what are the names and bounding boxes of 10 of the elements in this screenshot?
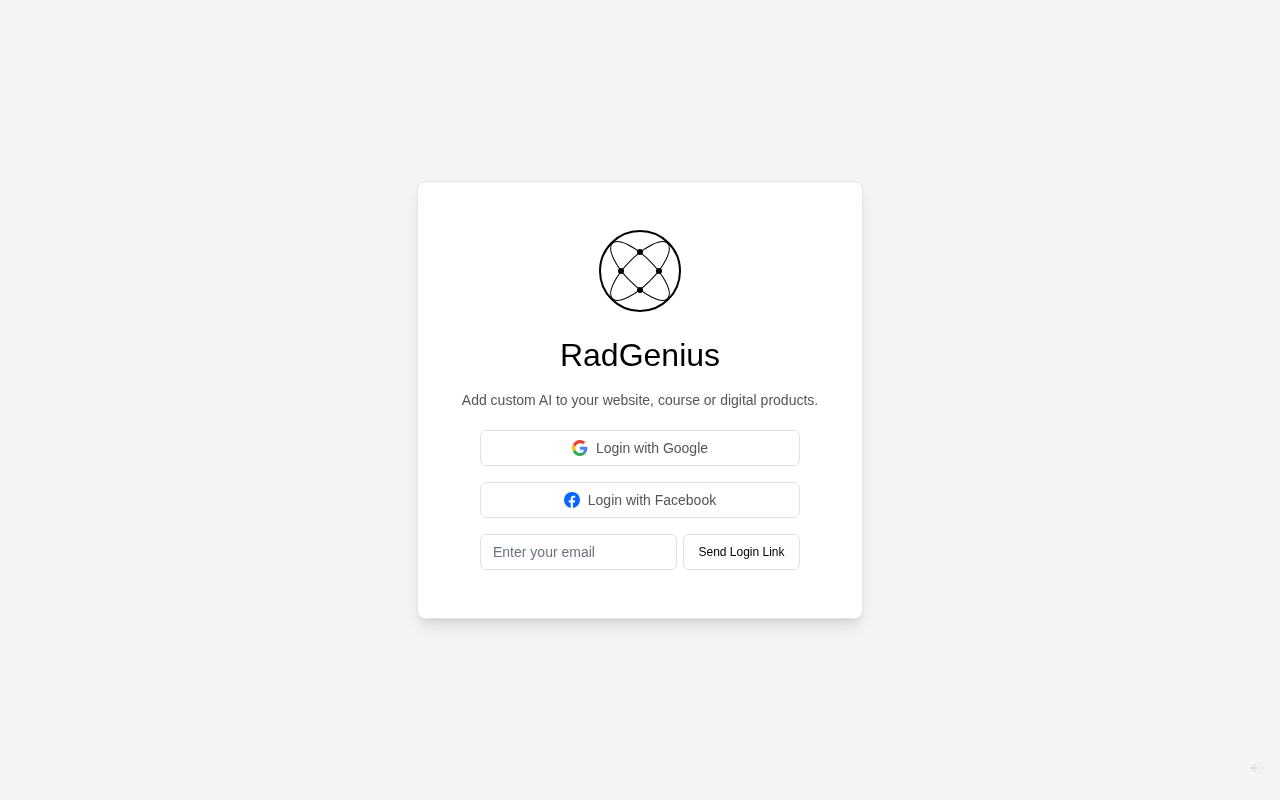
login-button[interactable]: Login with Google (480, 430, 800, 466)
email-field[interactable]: Enter your email (480, 534, 677, 570)
atom-logo-icon (598, 229, 682, 313)
google-logo-icon (571, 440, 588, 456)
send-link-button[interactable]: Send Login Link (683, 534, 800, 570)
plus-icon (1248, 762, 1260, 774)
login-button[interactable]: Login with Facebook (480, 482, 800, 518)
facebook-logo-icon (563, 492, 580, 508)
brand-title: RadGenius (559, 336, 721, 375)
tagline: Add custom AI to your website, course or digital products. (461, 391, 819, 410)
